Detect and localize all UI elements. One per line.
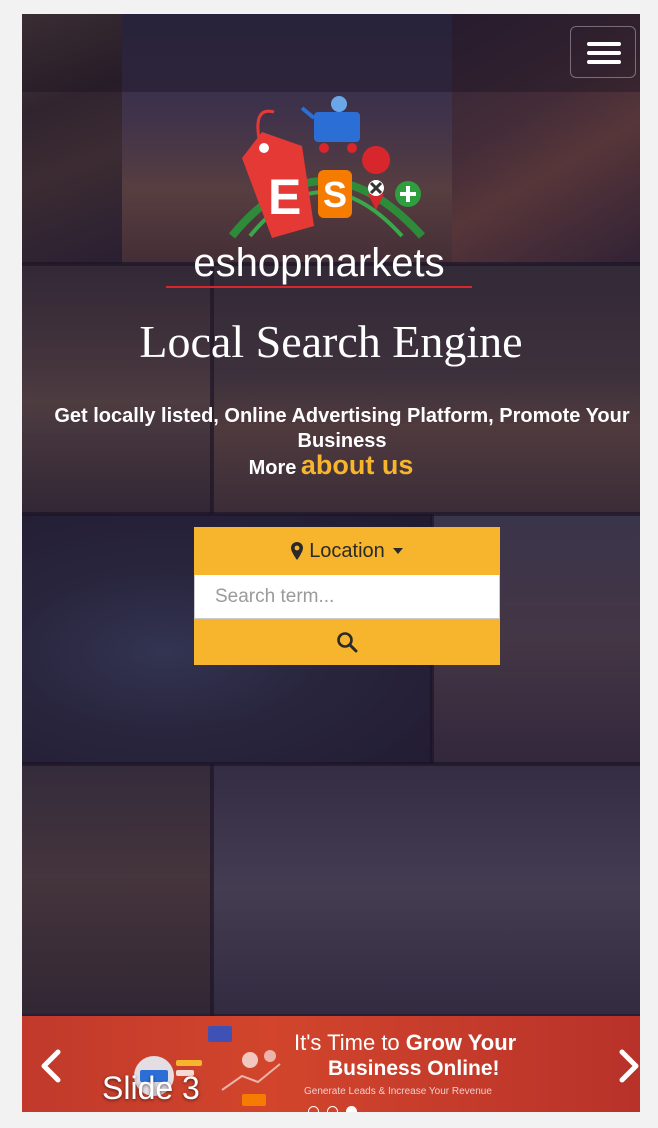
map-marker-icon — [291, 542, 304, 560]
carousel-dot-2[interactable] — [327, 1106, 338, 1112]
location-label: Location — [309, 539, 385, 562]
search-icon — [337, 632, 358, 653]
navbar — [22, 14, 640, 92]
hero-tagline: Get locally listed, Online Advertising P… — [54, 405, 630, 452]
banner-headline-start: It's Time to — [294, 1030, 400, 1055]
logo-letter-s: S — [323, 174, 347, 215]
more-label: More — [248, 457, 297, 479]
about-us-link[interactable]: about us — [301, 450, 414, 480]
slide-caption: Slide 3 — [102, 1070, 200, 1106]
banner-headline: It's Time to Grow Your — [294, 1030, 516, 1056]
banner-subheadline: Business Online! — [328, 1057, 500, 1080]
eshop-logo[interactable]: E S — [202, 86, 432, 246]
chevron-left-icon[interactable] — [36, 1046, 66, 1086]
search-input[interactable] — [194, 575, 500, 619]
logo-letter-e: E — [268, 169, 301, 225]
carousel-dot-3[interactable] — [346, 1106, 357, 1112]
search-button[interactable] — [194, 619, 500, 665]
page-title: Local Search Engine — [139, 316, 523, 367]
location-dropdown-button[interactable]: Location — [194, 527, 500, 575]
carousel-dot-1[interactable] — [308, 1106, 319, 1112]
banner-small-text: Generate Leads & Increase Your Revenue — [304, 1086, 492, 1097]
banner-headline-bold: Grow Your — [405, 1030, 517, 1055]
promo-carousel: It's Time to Grow Your Business Online! … — [22, 1016, 640, 1112]
search-widget: Location — [194, 527, 500, 665]
chevron-right-icon[interactable] — [614, 1046, 640, 1086]
page-frame: E S eshopmarkets Local Search Engine Get… — [22, 14, 640, 1112]
brand-name: eshopmarkets — [166, 240, 472, 288]
chevron-down-icon — [392, 548, 403, 554]
carousel-indicators — [308, 1106, 357, 1112]
hamburger-menu-icon[interactable] — [570, 26, 636, 78]
more-about-line: More about us — [22, 450, 640, 481]
